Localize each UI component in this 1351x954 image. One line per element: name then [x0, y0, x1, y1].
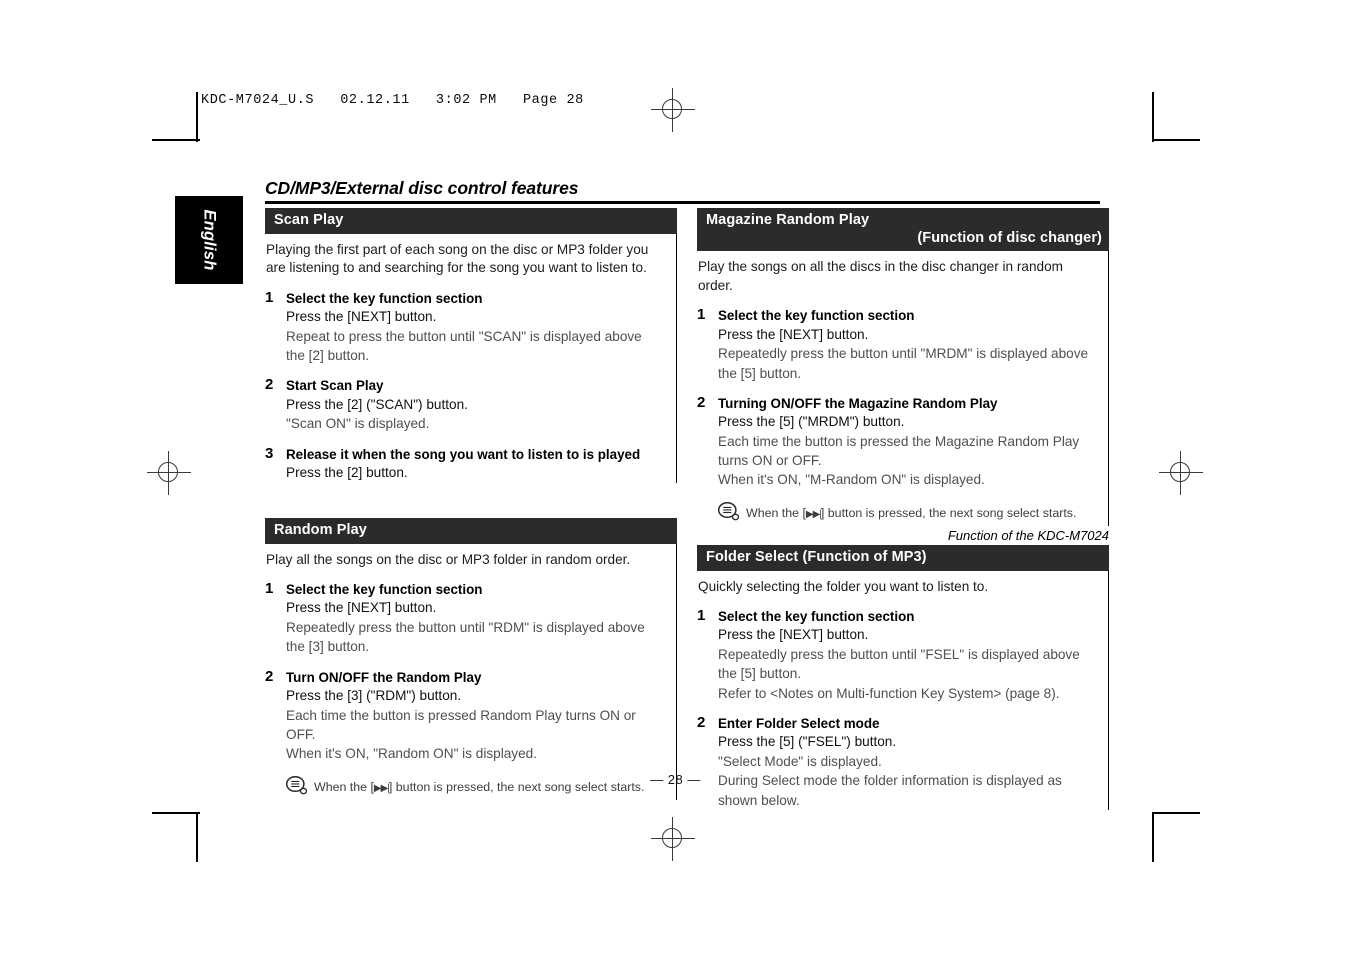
registration-mark-bottom [651, 817, 695, 861]
model-caption: Function of the KDC-M7024 [947, 528, 1109, 543]
step-action: Press the [3] ("RDM") button. [286, 687, 462, 703]
step-action: Press the [NEXT] button. [718, 326, 869, 342]
crop-mark-bottom-left-horizontal [152, 812, 200, 814]
step-number: 2 [265, 667, 274, 685]
step-action: Press the [NEXT] button. [286, 308, 437, 324]
section-subtitle: (Function of disc changer) [917, 229, 1102, 246]
section-intro: Play all the songs on the disc or MP3 fo… [266, 551, 631, 567]
step-detail: "Select Mode" is displayed. [718, 753, 882, 769]
section-intro: Quickly selecting the folder you want to… [698, 578, 989, 594]
step-number: 2 [265, 376, 274, 394]
step-action: Press the [NEXT] button. [286, 600, 437, 616]
fast-forward-icon: ▶▶| [805, 508, 822, 520]
step-title: Release it when the song you want to lis… [286, 446, 641, 462]
step-item: 2 Start Scan Play Press the [2] ("SCAN")… [265, 376, 662, 433]
section-header-scan-play: Scan Play [265, 208, 677, 234]
step-title: Enter Folder Select mode [718, 716, 880, 732]
section-random-play: Random Play Play all the songs on the di… [265, 518, 677, 800]
step-number: 2 [697, 714, 706, 732]
section-intro: Play the songs on all the discs in the d… [698, 259, 1063, 293]
crop-mark-top-right-horizontal [1152, 139, 1200, 141]
step-action: Press the [5] ("FSEL") button. [718, 734, 897, 750]
section-intro: Playing the first part of each song on t… [266, 241, 649, 276]
note-text-pre: When the [ [746, 505, 806, 520]
section-body-random-play: Play all the songs on the disc or MP3 fo… [265, 543, 677, 800]
section-header-folder-select: Folder Select (Function of MP3) [697, 545, 1109, 571]
registration-mark-right [1159, 451, 1203, 495]
step-title: Select the key function section [718, 308, 915, 324]
step-detail: Repeatedly press the button until "RDM" … [286, 620, 645, 655]
step-item: 2 Turning ON/OFF the Magazine Random Pla… [697, 393, 1094, 490]
title-underline [265, 201, 1100, 204]
crop-mark-top-right-vertical [1152, 92, 1154, 142]
step-item: 1 Select the key function section Press … [265, 288, 662, 366]
step-title: Start Scan Play [286, 378, 384, 394]
section-title: Folder Select (Function of MP3) [706, 549, 927, 565]
language-tab: English [175, 196, 243, 284]
crop-mark-top-left-horizontal [152, 139, 200, 141]
step-item: 1 Select the key function section Press … [697, 306, 1094, 383]
section-title: Magazine Random Play [706, 212, 870, 228]
note-magazine-random-play: When the [▶▶|] button is pressed, the ne… [697, 501, 1094, 526]
step-detail: Repeat to press the button until "SCAN" … [286, 328, 642, 364]
note-text-post: ] button is pressed, the next song selec… [820, 505, 1077, 520]
step-detail: "Scan ON" is displayed. [286, 416, 430, 432]
section-magazine-random-play: Magazine Random Play (Function of disc c… [697, 208, 1109, 526]
step-title: Turn ON/OFF the Random Play [286, 669, 482, 685]
section-header-magazine-random-play: Magazine Random Play (Function of disc c… [697, 208, 1109, 252]
section-folder-select: Folder Select (Function of MP3) Quickly … [697, 545, 1109, 810]
step-number: 3 [265, 444, 274, 462]
step-number: 1 [265, 580, 274, 598]
step-detail: Each time the button is pressed the Maga… [718, 433, 1080, 469]
step-item: 1 Select the key function section Press … [697, 607, 1094, 703]
step-number: 1 [265, 288, 274, 306]
step-action: Press the [NEXT] button. [718, 627, 869, 643]
step-action: Press the [2] ("SCAN") button. [286, 396, 468, 412]
crop-mark-bottom-right-vertical [1152, 812, 1154, 862]
print-slug: KDC-M7024_U.S 02.12.11 3:02 PM Page 28 [201, 93, 584, 108]
registration-mark-top [651, 88, 695, 132]
registration-mark-left [147, 451, 191, 495]
step-title: Select the key function section [718, 609, 915, 625]
step-item: 2 Enter Folder Select mode Press the [5]… [697, 714, 1094, 810]
language-tab-label: English [200, 209, 219, 271]
step-title: Select the key function section [286, 290, 483, 306]
page-title: CD/MP3/External disc control features [265, 178, 579, 198]
crop-mark-bottom-left-vertical [196, 812, 198, 862]
note-text: When the [▶▶|] button is pressed, the ne… [746, 501, 1076, 522]
step-number: 1 [697, 306, 706, 324]
step-item: 1 Select the key function section Press … [265, 580, 662, 657]
crop-mark-top-left-vertical [196, 92, 198, 142]
step-detail-extra: When it's ON, "M-Random ON" is displayed… [718, 472, 985, 488]
crop-mark-bottom-right-horizontal [1152, 812, 1200, 814]
section-body-scan-play: Playing the first part of each song on t… [265, 233, 677, 483]
section-body-magazine-random-play: Play the songs on all the discs in the d… [697, 251, 1109, 526]
step-number: 1 [697, 607, 706, 625]
step-action: Press the [2] button. [286, 464, 408, 480]
step-detail-extra: Refer to <Notes on Multi-function Key Sy… [718, 685, 1060, 701]
step-detail: Repeatedly press the button until "FSEL"… [718, 647, 1080, 682]
step-item: 3 Release it when the song you want to l… [265, 444, 662, 483]
step-number: 2 [697, 393, 706, 411]
section-title: Random Play [274, 522, 367, 538]
manual-page: KDC-M7024_U.S 02.12.11 3:02 PM Page 28 E… [0, 0, 1351, 954]
step-detail: Repeatedly press the button until "MRDM"… [718, 346, 1089, 381]
section-header-random-play: Random Play [265, 518, 677, 544]
step-title: Turning ON/OFF the Magazine Random Play [718, 395, 998, 411]
step-item: 2 Turn ON/OFF the Random Play Press the … [265, 667, 662, 764]
step-title: Select the key function section [286, 582, 483, 598]
section-title: Scan Play [274, 212, 344, 228]
step-detail-extra: When it's ON, "Random ON" is displayed. [286, 746, 537, 762]
note-bubble-icon [717, 501, 740, 526]
section-scan-play: Scan Play Playing the first part of each… [265, 208, 677, 483]
page-number: — 28 — [650, 772, 701, 787]
step-detail: Each time the button is pressed Random P… [286, 707, 636, 742]
step-action: Press the [5] ("MRDM") button. [718, 414, 905, 430]
